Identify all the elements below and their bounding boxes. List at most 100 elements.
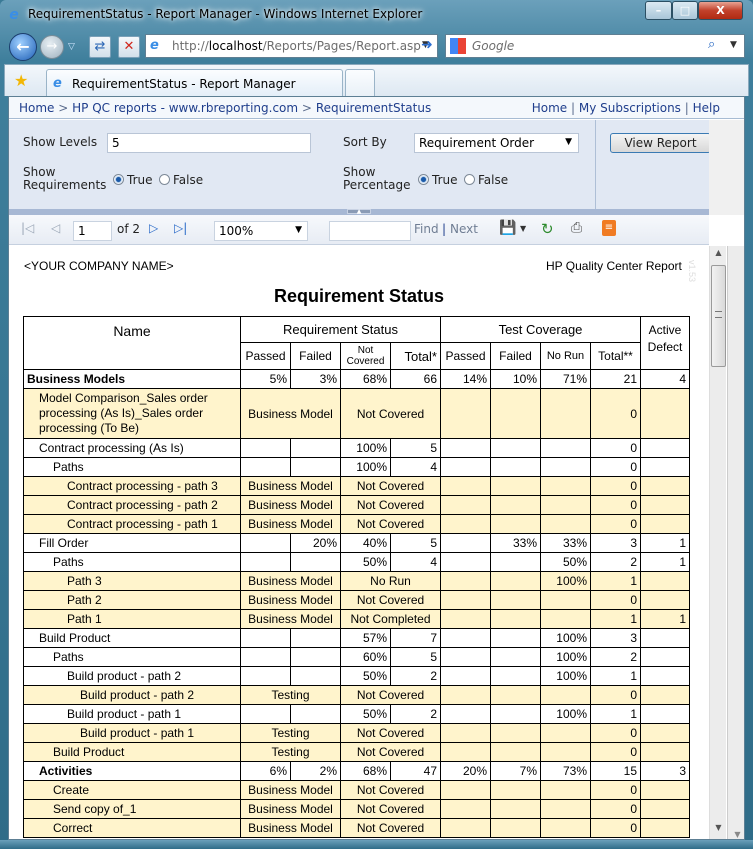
- row-rs-not-covered: 68%: [340, 761, 391, 781]
- breadcrumb-home[interactable]: Home: [19, 101, 54, 115]
- table-body: Business Models 5% 3% 68% 66 14% 10% 71% 21 4 Mode…: [23, 369, 690, 838]
- minimize-button[interactable]: –: [645, 1, 672, 20]
- row-tc-passed: 20%: [440, 761, 491, 781]
- find-input[interactable]: [329, 221, 411, 241]
- row-rs-total: 2: [390, 704, 441, 724]
- help-link[interactable]: Help: [693, 101, 720, 115]
- row-tc-no-run: 100%: [540, 647, 591, 667]
- recent-pages-dropdown[interactable]: ▽: [68, 42, 75, 52]
- row-tc-total: 0: [590, 742, 641, 762]
- first-page-icon[interactable]: |◁: [21, 221, 34, 235]
- row-rs-passed: [240, 438, 291, 458]
- row-tc-no-run: [540, 742, 591, 762]
- radio-selected-icon: [113, 174, 124, 185]
- go-button[interactable]: ➜: [416, 34, 438, 58]
- row-tc-no-run: [540, 388, 591, 439]
- page-vertical-scrollbar[interactable]: ▼: [727, 246, 744, 839]
- atom-feed-icon[interactable]: ≡: [602, 220, 616, 236]
- search-options-dropdown-icon[interactable]: ▼: [730, 40, 737, 50]
- collapse-up-icon[interactable]: ▲: [347, 209, 371, 215]
- find-link[interactable]: Find: [414, 222, 439, 236]
- window-title: RequirementStatus - Report Manager - Win…: [28, 7, 423, 21]
- search-icon[interactable]: ⌕: [708, 37, 715, 52]
- row-tc-total: 3: [590, 533, 641, 553]
- forward-button[interactable]: →: [40, 35, 64, 59]
- row-requirement-type: Business Model: [240, 514, 341, 534]
- show-levels-input[interactable]: 5: [107, 133, 311, 153]
- row-rs-failed: 20%: [290, 533, 341, 553]
- row-tc-total: 0: [590, 438, 641, 458]
- row-rs-failed: 3%: [290, 369, 341, 389]
- page-count-label: of 2: [117, 222, 141, 236]
- tab-requirement-status[interactable]: e RequirementStatus - Report Manager: [46, 69, 343, 97]
- scroll-up-icon[interactable]: ▲: [710, 248, 727, 264]
- row-tc-passed: [440, 799, 491, 819]
- report-viewer: <YOUR COMPANY NAME> HP Quality Center Re…: [9, 246, 709, 839]
- row-status: Not Covered: [340, 723, 441, 743]
- address-bar[interactable]: e http://localhost/Reports/Pages/Report.…: [145, 34, 438, 58]
- page-number-input[interactable]: 1: [73, 221, 112, 241]
- row-tc-failed: [490, 388, 541, 439]
- table-row: Create Business Model Not Covered 0: [23, 780, 690, 800]
- row-tc-no-run: [540, 609, 591, 629]
- breadcrumb-hp-qc-reports[interactable]: HP QC reports - www.rbreporting.com: [72, 101, 298, 115]
- report-vertical-scrollbar[interactable]: ▲ ▼: [709, 246, 727, 839]
- report-source: HP Quality Center Report: [546, 259, 682, 273]
- breadcrumb-requirement-status[interactable]: RequirementStatus: [316, 101, 431, 115]
- last-page-icon[interactable]: ▷|: [174, 221, 187, 235]
- row-rs-passed: [240, 552, 291, 572]
- company-name: <YOUR COMPANY NAME>: [24, 259, 174, 273]
- show-requirements-false-radio[interactable]: False: [159, 173, 203, 187]
- row-rs-not-covered: 57%: [340, 628, 391, 648]
- table-row: Build product - path 2 50% 2 100% 1: [23, 666, 690, 686]
- favorites-star-icon[interactable]: ★: [14, 71, 28, 90]
- close-button[interactable]: X: [698, 1, 743, 20]
- print-icon[interactable]: ⎙: [571, 220, 582, 236]
- compatibility-view-button[interactable]: ⇄: [89, 36, 111, 58]
- show-requirements-true-radio[interactable]: True: [113, 173, 153, 187]
- header-test-coverage: Test Coverage: [440, 316, 641, 343]
- table-row: Business Models 5% 3% 68% 66 14% 10% 71% 21 4: [23, 369, 690, 389]
- show-percentage-false-radio[interactable]: False: [464, 173, 508, 187]
- row-tc-failed: [490, 647, 541, 667]
- sort-by-select[interactable]: Requirement Order ▼: [414, 133, 579, 153]
- view-report-button[interactable]: View Report: [610, 133, 711, 153]
- back-button[interactable]: ←: [9, 33, 37, 61]
- row-tc-passed: [440, 571, 491, 591]
- address-url[interactable]: http://localhost/Reports/Pages/Report.as…: [172, 39, 422, 53]
- row-name: Business Models: [23, 369, 241, 389]
- search-box[interactable]: Google ⌕ ▼: [445, 34, 745, 58]
- maximize-button[interactable]: □: [672, 1, 698, 20]
- show-percentage-true-radio[interactable]: True: [418, 173, 458, 187]
- scrollbar-thumb[interactable]: [711, 265, 726, 367]
- row-tc-passed: [440, 628, 491, 648]
- tab-ie-icon: e: [53, 76, 62, 91]
- zoom-select[interactable]: 100% ▼: [214, 221, 308, 241]
- my-subscriptions-link[interactable]: My Subscriptions: [579, 101, 681, 115]
- refresh-icon[interactable]: ↻: [541, 220, 554, 238]
- row-name: Build product - path 2: [23, 685, 241, 705]
- scroll-down-icon[interactable]: ▼: [728, 830, 744, 839]
- next-link[interactable]: Next: [450, 222, 478, 236]
- row-tc-passed: [440, 818, 491, 838]
- new-tab-button[interactable]: [345, 69, 375, 97]
- home-link[interactable]: Home: [532, 101, 567, 115]
- arrow-left-icon: ←: [16, 37, 30, 56]
- row-tc-passed: [440, 647, 491, 667]
- row-name: Path 1: [23, 609, 241, 629]
- export-dropdown-icon[interactable]: ▼: [520, 224, 526, 233]
- next-page-icon[interactable]: ▷: [149, 221, 158, 235]
- previous-page-icon[interactable]: ◁: [51, 221, 60, 235]
- row-name: Build product - path 1: [23, 723, 241, 743]
- google-logo-icon: [450, 38, 466, 54]
- scroll-down-icon[interactable]: ▼: [710, 823, 727, 839]
- row-tc-total: 0: [590, 723, 641, 743]
- params-divider: [595, 120, 596, 209]
- row-status: Not Covered: [340, 476, 441, 496]
- row-name: Paths: [23, 552, 241, 572]
- row-tc-no-run: 100%: [540, 704, 591, 724]
- row-rs-not-covered: 50%: [340, 704, 391, 724]
- stop-button[interactable]: ✕: [118, 36, 140, 58]
- row-active-defects: [640, 704, 690, 724]
- export-save-icon[interactable]: 💾: [499, 220, 516, 236]
